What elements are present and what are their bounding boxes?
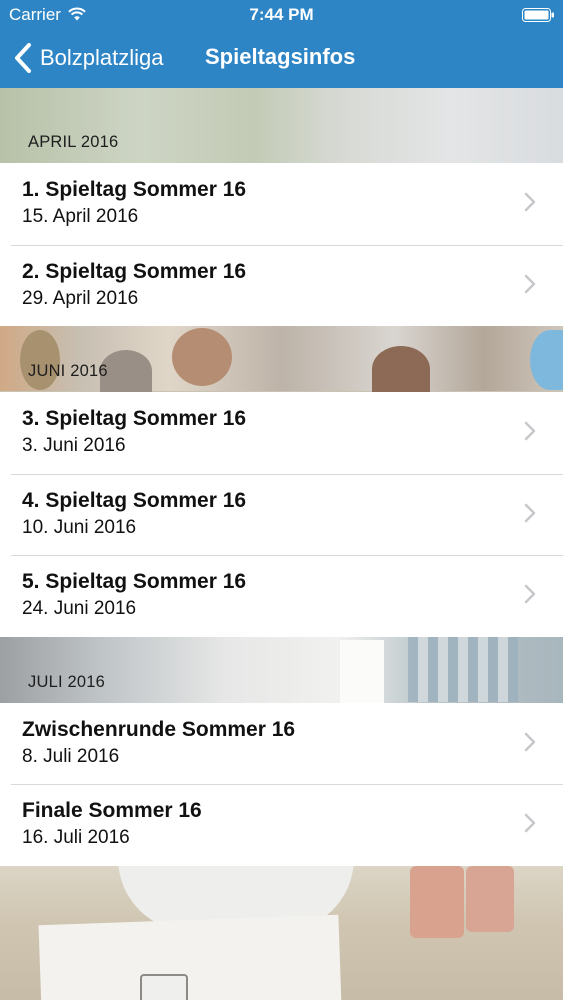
section-header-april-2016: APRIL 2016 xyxy=(0,88,563,163)
match-day-date: 16. Juli 2016 xyxy=(22,827,130,848)
section-april-2016: 1. Spieltag Sommer 16 15. April 2016 2. … xyxy=(0,163,563,326)
section-header-label: APRIL 2016 xyxy=(28,133,119,151)
match-day-title: Zwischenrunde Sommer 16 xyxy=(22,717,296,741)
section-juni-2016: 3. Spieltag Sommer 16 3. Juni 2016 4. Sp… xyxy=(0,392,563,637)
status-bar: Carrier 7:44 PM xyxy=(0,0,563,30)
list-item[interactable]: Zwischenrunde Sommer 16 8. Juli 2016 xyxy=(0,702,563,784)
list-item[interactable]: 1. Spieltag Sommer 16 15. April 2016 xyxy=(0,163,563,245)
match-day-title: 2. Spieltag Sommer 16 xyxy=(22,259,247,283)
section-header-label: JULI 2016 xyxy=(28,672,106,691)
section-header-juli-2016: JULI 2016 xyxy=(0,637,563,703)
list-item[interactable]: Finale Sommer 16 16. Juli 2016 xyxy=(0,784,563,866)
section-header-label: JUNI 2016 xyxy=(28,362,108,380)
match-day-title: Finale Sommer 16 xyxy=(22,799,202,822)
status-time: 7:44 PM xyxy=(249,5,314,24)
chevron-right-icon xyxy=(524,274,536,293)
match-day-title: 3. Spieltag Sommer 16 xyxy=(22,407,247,430)
match-day-title: 5. Spieltag Sommer 16 xyxy=(22,570,247,593)
match-day-title: 4. Spieltag Sommer 16 xyxy=(22,488,247,512)
chevron-right-icon xyxy=(524,421,536,441)
match-day-date: 8. Juli 2016 xyxy=(22,745,120,767)
back-button[interactable]: Bolzplatzliga xyxy=(14,40,164,76)
match-day-list: APRIL 2016 1. Spieltag Sommer 16 15. Apr… xyxy=(0,88,563,866)
match-day-title: 1. Spieltag Sommer 16 xyxy=(22,178,247,201)
section-header-juni-2016: JUNI 2016 xyxy=(0,326,563,392)
match-day-date: 29. April 2016 xyxy=(22,287,139,309)
page-title: Spieltagsinfos xyxy=(205,44,356,69)
back-label: Bolzplatzliga xyxy=(40,45,164,70)
chevron-right-icon xyxy=(524,813,536,833)
match-day-date: 15. April 2016 xyxy=(22,206,139,227)
chevron-right-icon xyxy=(524,503,536,522)
chevron-left-icon xyxy=(15,43,31,73)
match-day-date: 3. Juni 2016 xyxy=(22,435,126,456)
navigation-bar: Carrier 7:44 PM Bolzplatzliga Spieltagsi… xyxy=(0,0,563,88)
match-day-date: 10. Juni 2016 xyxy=(22,516,137,538)
chevron-right-icon xyxy=(524,732,536,751)
list-item[interactable]: 4. Spieltag Sommer 16 10. Juni 2016 xyxy=(0,473,563,555)
battery-icon xyxy=(522,8,554,22)
section-juli-2016: Zwischenrunde Sommer 16 8. Juli 2016 Fin… xyxy=(0,702,563,866)
chevron-right-icon xyxy=(524,584,536,604)
list-item[interactable]: 5. Spieltag Sommer 16 24. Juni 2016 xyxy=(0,555,563,637)
match-day-date: 24. Juni 2016 xyxy=(22,598,137,619)
list-item[interactable]: 3. Spieltag Sommer 16 3. Juni 2016 xyxy=(0,392,563,474)
list-item[interactable]: 2. Spieltag Sommer 16 29. April 2016 xyxy=(0,244,563,326)
chevron-right-icon xyxy=(524,192,536,212)
